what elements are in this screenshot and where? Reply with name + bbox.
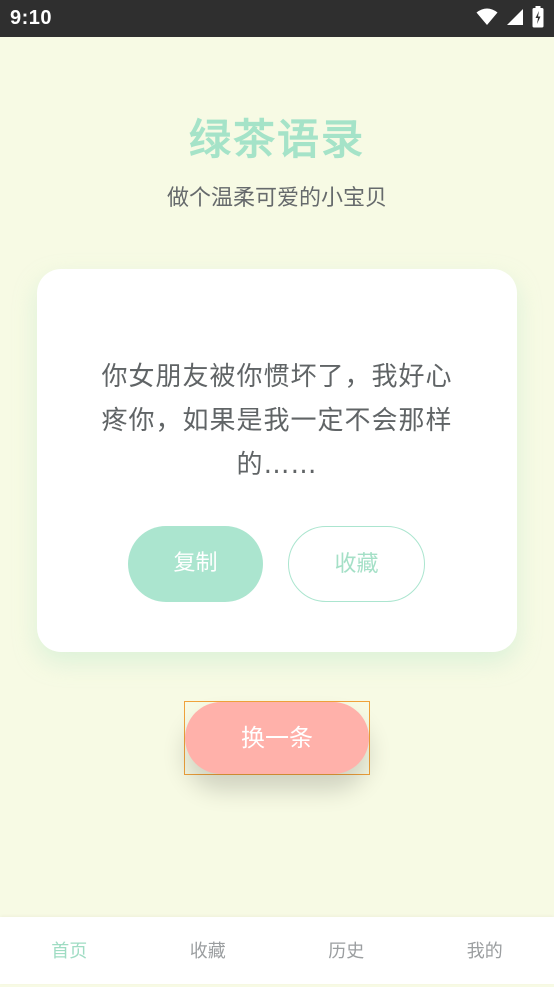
nav-item-history[interactable]: 历史	[277, 917, 416, 984]
favorite-button[interactable]: 收藏	[288, 526, 425, 602]
wifi-icon	[476, 8, 498, 26]
copy-button[interactable]: 复制	[128, 526, 263, 602]
nav-item-home[interactable]: 首页	[0, 917, 139, 984]
nav-item-mine[interactable]: 我的	[416, 917, 554, 984]
signal-icon	[506, 8, 524, 26]
status-time: 9:10	[10, 7, 52, 29]
app-title: 绿茶语录	[0, 112, 554, 168]
quote-card: 你女朋友被你惯坏了，我好心疼你，如果是我一定不会那样的…… 复制 收藏	[37, 269, 517, 652]
status-bar: 9:10	[0, 0, 554, 37]
quote-text: 你女朋友被你惯坏了，我好心疼你，如果是我一定不会那样的……	[89, 355, 465, 487]
bottom-nav: 首页 收藏 历史 我的	[0, 917, 554, 984]
app-subtitle: 做个温柔可爱的小宝贝	[0, 184, 554, 214]
status-icons	[476, 6, 544, 28]
next-quote-button[interactable]: 换一条	[185, 702, 369, 774]
nav-item-favorites[interactable]: 收藏	[139, 917, 278, 984]
battery-icon	[532, 6, 544, 28]
